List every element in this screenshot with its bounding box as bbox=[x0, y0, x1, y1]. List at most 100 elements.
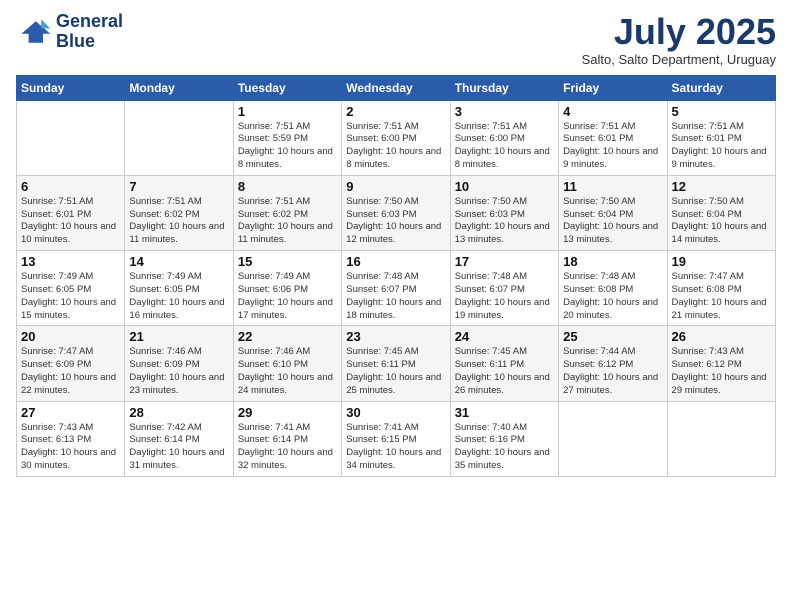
day-info: Sunrise: 7:48 AM Sunset: 6:07 PM Dayligh… bbox=[346, 271, 445, 322]
day-number: 29 bbox=[238, 405, 337, 420]
day-number: 3 bbox=[455, 104, 554, 119]
page: General Blue July 2025 Salto, Salto Depa… bbox=[0, 0, 792, 612]
table-row: 29 Sunrise: 7:41 AM Sunset: 6:14 PM Dayli… bbox=[233, 401, 341, 476]
day-info: Sunrise: 7:42 AM Sunset: 6:14 PM Dayligh… bbox=[129, 422, 228, 473]
table-row: 23 Sunrise: 7:45 AM Sunset: 6:11 PM Dayli… bbox=[342, 326, 450, 401]
table-row: 11Sunrise: 7:50 AM Sunset: 6:04 PM Dayli… bbox=[559, 175, 667, 250]
logo-text: General Blue bbox=[56, 12, 123, 52]
table-row: 17Sunrise: 7:48 AM Sunset: 6:07 PM Dayli… bbox=[450, 251, 558, 326]
day-info: Sunrise: 7:48 AM Sunset: 6:08 PM Dayligh… bbox=[563, 271, 662, 322]
table-row: 16 Sunrise: 7:48 AM Sunset: 6:07 PM Dayli… bbox=[342, 251, 450, 326]
day-number: 26 bbox=[672, 329, 771, 344]
day-info: Sunrise: 7:45 AM Sunset: 6:11 PM Dayligh… bbox=[455, 346, 554, 397]
table-row: 27 Sunrise: 7:43 AM Sunset: 6:13 PM Dayli… bbox=[17, 401, 125, 476]
day-number: 12 bbox=[672, 179, 771, 194]
table-row: 14 Sunrise: 7:49 AM Sunset: 6:05 PM Dayli… bbox=[125, 251, 233, 326]
table-row: 10 Sunrise: 7:50 AM Sunset: 6:03 PM Dayli… bbox=[450, 175, 558, 250]
day-info: Sunrise: 7:51 AM Sunset: 6:00 PM Dayligh… bbox=[346, 121, 445, 172]
table-row: 12Sunrise: 7:50 AM Sunset: 6:04 PM Dayli… bbox=[667, 175, 775, 250]
logo-line1: General bbox=[56, 12, 123, 32]
table-row bbox=[559, 401, 667, 476]
day-number: 30 bbox=[346, 405, 445, 420]
day-number: 21 bbox=[129, 329, 228, 344]
day-info: Sunrise: 7:41 AM Sunset: 6:14 PM Dayligh… bbox=[238, 422, 337, 473]
table-row bbox=[17, 100, 125, 175]
table-row: 31Sunrise: 7:40 AM Sunset: 6:16 PM Dayli… bbox=[450, 401, 558, 476]
day-info: Sunrise: 7:50 AM Sunset: 6:03 PM Dayligh… bbox=[346, 196, 445, 247]
day-number: 14 bbox=[129, 254, 228, 269]
week-row-3: 20 Sunrise: 7:47 AM Sunset: 6:09 PM Dayli… bbox=[17, 326, 776, 401]
week-row-0: 1 Sunrise: 7:51 AM Sunset: 5:59 PM Daylig… bbox=[17, 100, 776, 175]
header-thursday: Thursday bbox=[450, 75, 558, 100]
header-wednesday: Wednesday bbox=[342, 75, 450, 100]
table-row: 3 Sunrise: 7:51 AM Sunset: 6:00 PM Daylig… bbox=[450, 100, 558, 175]
logo: General Blue bbox=[16, 12, 123, 52]
day-number: 20 bbox=[21, 329, 120, 344]
table-row: 26 Sunrise: 7:43 AM Sunset: 6:12 PM Dayli… bbox=[667, 326, 775, 401]
day-number: 1 bbox=[238, 104, 337, 119]
day-number: 9 bbox=[346, 179, 445, 194]
day-number: 27 bbox=[21, 405, 120, 420]
table-row bbox=[125, 100, 233, 175]
day-number: 18 bbox=[563, 254, 662, 269]
day-number: 25 bbox=[563, 329, 662, 344]
header-sunday: Sunday bbox=[17, 75, 125, 100]
header: General Blue July 2025 Salto, Salto Depa… bbox=[16, 12, 776, 67]
day-info: Sunrise: 7:51 AM Sunset: 6:02 PM Dayligh… bbox=[238, 196, 337, 247]
day-number: 7 bbox=[129, 179, 228, 194]
table-row: 18 Sunrise: 7:48 AM Sunset: 6:08 PM Dayli… bbox=[559, 251, 667, 326]
day-info: Sunrise: 7:51 AM Sunset: 6:02 PM Dayligh… bbox=[129, 196, 228, 247]
table-row: 5 Sunrise: 7:51 AM Sunset: 6:01 PM Daylig… bbox=[667, 100, 775, 175]
table-row: 21 Sunrise: 7:46 AM Sunset: 6:09 PM Dayli… bbox=[125, 326, 233, 401]
calendar: Sunday Monday Tuesday Wednesday Thursday… bbox=[16, 75, 776, 477]
day-info: Sunrise: 7:46 AM Sunset: 6:09 PM Dayligh… bbox=[129, 346, 228, 397]
table-row: 22Sunrise: 7:46 AM Sunset: 6:10 PM Dayli… bbox=[233, 326, 341, 401]
location: Salto, Salto Department, Uruguay bbox=[582, 52, 776, 67]
day-info: Sunrise: 7:45 AM Sunset: 6:11 PM Dayligh… bbox=[346, 346, 445, 397]
day-info: Sunrise: 7:47 AM Sunset: 6:09 PM Dayligh… bbox=[21, 346, 120, 397]
table-row: 8Sunrise: 7:51 AM Sunset: 6:02 PM Daylig… bbox=[233, 175, 341, 250]
logo-icon bbox=[16, 14, 52, 50]
week-row-4: 27 Sunrise: 7:43 AM Sunset: 6:13 PM Dayli… bbox=[17, 401, 776, 476]
day-info: Sunrise: 7:51 AM Sunset: 6:01 PM Dayligh… bbox=[672, 121, 771, 172]
day-number: 10 bbox=[455, 179, 554, 194]
day-info: Sunrise: 7:47 AM Sunset: 6:08 PM Dayligh… bbox=[672, 271, 771, 322]
day-number: 28 bbox=[129, 405, 228, 420]
day-info: Sunrise: 7:41 AM Sunset: 6:15 PM Dayligh… bbox=[346, 422, 445, 473]
week-row-2: 13Sunrise: 7:49 AM Sunset: 6:05 PM Dayli… bbox=[17, 251, 776, 326]
day-number: 16 bbox=[346, 254, 445, 269]
table-row: 9 Sunrise: 7:50 AM Sunset: 6:03 PM Daylig… bbox=[342, 175, 450, 250]
table-row bbox=[667, 401, 775, 476]
table-row: 19 Sunrise: 7:47 AM Sunset: 6:08 PM Dayli… bbox=[667, 251, 775, 326]
table-row: 28 Sunrise: 7:42 AM Sunset: 6:14 PM Dayli… bbox=[125, 401, 233, 476]
title-block: July 2025 Salto, Salto Department, Urugu… bbox=[582, 12, 776, 67]
day-info: Sunrise: 7:50 AM Sunset: 6:03 PM Dayligh… bbox=[455, 196, 554, 247]
table-row: 30 Sunrise: 7:41 AM Sunset: 6:15 PM Dayli… bbox=[342, 401, 450, 476]
header-monday: Monday bbox=[125, 75, 233, 100]
day-number: 4 bbox=[563, 104, 662, 119]
day-info: Sunrise: 7:51 AM Sunset: 6:00 PM Dayligh… bbox=[455, 121, 554, 172]
table-row: 24Sunrise: 7:45 AM Sunset: 6:11 PM Dayli… bbox=[450, 326, 558, 401]
table-row: 2 Sunrise: 7:51 AM Sunset: 6:00 PM Daylig… bbox=[342, 100, 450, 175]
day-number: 19 bbox=[672, 254, 771, 269]
day-number: 5 bbox=[672, 104, 771, 119]
day-number: 2 bbox=[346, 104, 445, 119]
day-info: Sunrise: 7:51 AM Sunset: 6:01 PM Dayligh… bbox=[21, 196, 120, 247]
day-number: 31 bbox=[455, 405, 554, 420]
day-info: Sunrise: 7:43 AM Sunset: 6:13 PM Dayligh… bbox=[21, 422, 120, 473]
day-info: Sunrise: 7:51 AM Sunset: 6:01 PM Dayligh… bbox=[563, 121, 662, 172]
day-info: Sunrise: 7:44 AM Sunset: 6:12 PM Dayligh… bbox=[563, 346, 662, 397]
table-row: 25 Sunrise: 7:44 AM Sunset: 6:12 PM Dayli… bbox=[559, 326, 667, 401]
day-info: Sunrise: 7:49 AM Sunset: 6:05 PM Dayligh… bbox=[129, 271, 228, 322]
table-row: 13Sunrise: 7:49 AM Sunset: 6:05 PM Dayli… bbox=[17, 251, 125, 326]
day-info: Sunrise: 7:49 AM Sunset: 6:05 PM Dayligh… bbox=[21, 271, 120, 322]
header-tuesday: Tuesday bbox=[233, 75, 341, 100]
day-info: Sunrise: 7:51 AM Sunset: 5:59 PM Dayligh… bbox=[238, 121, 337, 172]
logo-line2: Blue bbox=[56, 32, 123, 52]
day-info: Sunrise: 7:43 AM Sunset: 6:12 PM Dayligh… bbox=[672, 346, 771, 397]
table-row: 1 Sunrise: 7:51 AM Sunset: 5:59 PM Daylig… bbox=[233, 100, 341, 175]
day-number: 22 bbox=[238, 329, 337, 344]
table-row: 6Sunrise: 7:51 AM Sunset: 6:01 PM Daylig… bbox=[17, 175, 125, 250]
day-number: 23 bbox=[346, 329, 445, 344]
calendar-header-row: Sunday Monday Tuesday Wednesday Thursday… bbox=[17, 75, 776, 100]
